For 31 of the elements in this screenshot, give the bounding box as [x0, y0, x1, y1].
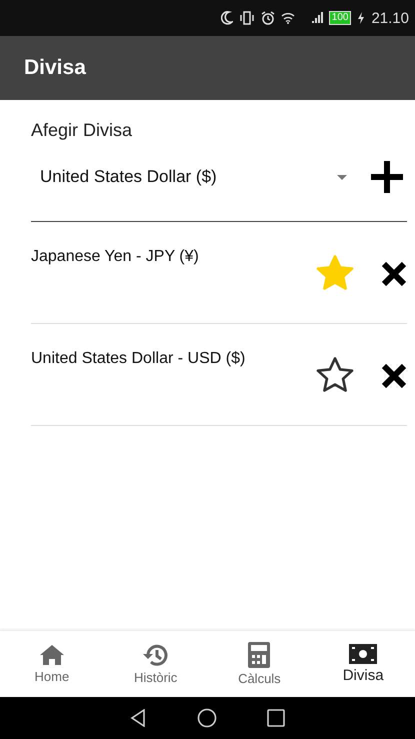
recents-icon[interactable]	[266, 709, 285, 727]
battery-level: 100	[328, 11, 352, 25]
add-button[interactable]	[371, 161, 403, 193]
charging-icon	[357, 12, 366, 24]
filled-star-icon[interactable]	[315, 254, 355, 292]
currency-name: Japanese Yen - JPY (¥)	[31, 248, 200, 266]
plus-icon	[371, 161, 403, 193]
banknote-icon	[349, 644, 378, 664]
delete-icon[interactable]	[381, 363, 407, 389]
home-icon	[38, 644, 65, 666]
vibrate-icon	[238, 11, 255, 25]
signal-icon	[310, 12, 323, 24]
nav-tab[interactable]: Home	[0, 631, 104, 697]
section-heading: Afegir Divisa	[31, 120, 134, 141]
caret-icon	[337, 174, 347, 180]
alarm-icon	[260, 11, 275, 25]
delete-icon[interactable]	[381, 261, 407, 287]
currency-dropdown[interactable]: United States Dollar ($)	[31, 157, 371, 197]
nav-tab[interactable]: Càlculs	[208, 631, 312, 697]
currency-name: United States Dollar - USD ($)	[31, 350, 246, 368]
nav-tab[interactable]: Divisa	[311, 631, 415, 697]
back-icon[interactable]	[130, 709, 146, 727]
home-circle-icon[interactable]	[196, 708, 216, 728]
nav-tab[interactable]: Històric	[104, 631, 208, 697]
calculator-icon	[248, 642, 270, 668]
clock-time: 21.10	[371, 10, 409, 26]
history-icon	[142, 643, 169, 667]
moon-icon	[220, 11, 233, 25]
star-outline-icon[interactable]	[315, 356, 355, 394]
wifi-icon	[280, 12, 295, 24]
app-title: Divisa	[24, 56, 86, 80]
